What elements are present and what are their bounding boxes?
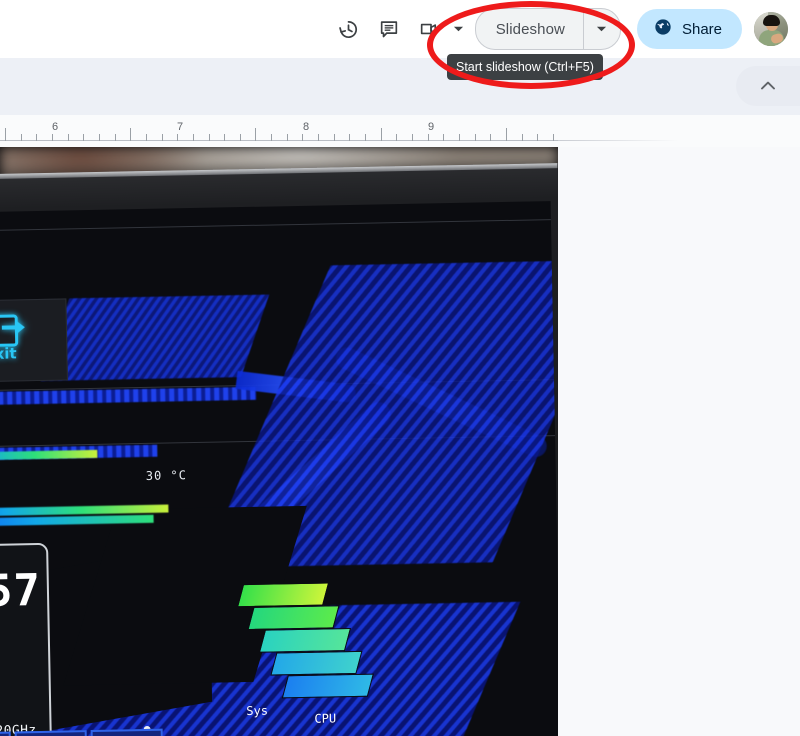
secondary-bar bbox=[0, 58, 800, 115]
bios-clock-card: : 57 /12/2023 CPU @ 3.20GHz bbox=[0, 542, 53, 736]
ruler-tick bbox=[83, 134, 85, 141]
share-button-label: Share bbox=[681, 20, 722, 38]
ruler-tick bbox=[286, 134, 288, 141]
ruler-tick bbox=[67, 134, 69, 141]
ruler-tick bbox=[114, 134, 116, 141]
ruler-tick bbox=[458, 134, 460, 141]
ruler-tick bbox=[36, 134, 38, 141]
bios-fan-segment bbox=[281, 673, 374, 699]
bios-fan-segment bbox=[258, 628, 352, 653]
ruler-tick bbox=[349, 134, 351, 141]
meet-group bbox=[409, 9, 469, 49]
bios-fan-segment bbox=[247, 605, 340, 631]
ruler-tick bbox=[490, 134, 492, 141]
ruler-tick bbox=[474, 134, 476, 141]
meet-icon[interactable] bbox=[409, 9, 449, 49]
bios-fan-segment bbox=[270, 650, 363, 676]
bios-toolbar-button[interactable] bbox=[90, 728, 164, 736]
bios-streak bbox=[41, 294, 270, 381]
ruler-number: 6 bbox=[51, 121, 59, 133]
ruler-tick bbox=[239, 134, 241, 141]
ruler-tick bbox=[224, 134, 226, 141]
slideshow-button[interactable]: Slideshow bbox=[476, 9, 583, 49]
horizontal-ruler[interactable]: 6 7 8 9 bbox=[0, 115, 800, 147]
ruler-tick bbox=[552, 134, 554, 141]
ruler-tick bbox=[411, 134, 413, 141]
ruler-tick bbox=[505, 128, 507, 141]
ruler-tick bbox=[396, 134, 398, 141]
bios-toolbar-button[interactable] bbox=[0, 731, 12, 736]
ruler-tick bbox=[521, 134, 523, 141]
bios-fan-segment bbox=[237, 582, 330, 608]
bios-temperature-value: 30 °C bbox=[145, 468, 188, 483]
share-button[interactable]: Share bbox=[636, 9, 742, 49]
ruler-tick bbox=[98, 134, 100, 141]
ruler-number: 9 bbox=[427, 121, 435, 133]
meet-caret-icon[interactable] bbox=[449, 12, 469, 46]
ruler-tick bbox=[52, 134, 53, 141]
ruler-tick bbox=[364, 134, 366, 141]
slideshow-split-button: Slideshow bbox=[474, 8, 621, 50]
ruler-tick bbox=[192, 134, 194, 141]
ruler-baseline-fade bbox=[558, 140, 678, 141]
bios-exit-label: Exit bbox=[0, 344, 17, 364]
bios-toolbar-button[interactable] bbox=[14, 730, 88, 736]
slides-editor-screenshot: Slideshow Share 6 7 8 9 Exit 30 °C 57 3.… bbox=[0, 0, 800, 736]
bios-sys-label: Sys bbox=[246, 703, 269, 719]
bios-temp-bar bbox=[0, 449, 98, 462]
ruler-tick bbox=[302, 134, 304, 141]
bios-exit-panel[interactable]: e Exit bbox=[0, 298, 68, 384]
ruler-number: 8 bbox=[302, 121, 310, 133]
chevron-up-icon bbox=[761, 77, 775, 95]
bios-clock-time: : 57 bbox=[0, 564, 42, 618]
bios-screen: e Exit mperature 30 °C : 57 /12/2023 CPU… bbox=[0, 201, 558, 736]
bios-cpu-label: CPU bbox=[314, 711, 337, 726]
ruler-number: 7 bbox=[176, 121, 184, 133]
ruler-tick bbox=[427, 134, 429, 141]
slide-canvas-image[interactable]: e Exit mperature 30 °C : 57 /12/2023 CPU… bbox=[0, 147, 558, 736]
ruler-tick bbox=[271, 134, 273, 141]
ruler-tick bbox=[161, 134, 163, 141]
ruler-tick bbox=[5, 128, 6, 141]
ruler-tick bbox=[177, 134, 179, 141]
ruler-tick bbox=[208, 134, 210, 141]
exit-logout-icon bbox=[0, 314, 26, 347]
ruler-tick bbox=[318, 134, 319, 141]
ruler-tick bbox=[255, 128, 257, 141]
ruler-tick bbox=[20, 134, 22, 141]
ruler-tick bbox=[145, 134, 147, 141]
slideshow-tooltip: Start slideshow (Ctrl+F5) bbox=[447, 54, 603, 80]
comment-icon[interactable] bbox=[369, 9, 409, 49]
avatar-hair bbox=[763, 15, 780, 26]
slideshow-button-label: Slideshow bbox=[495, 20, 565, 38]
slideshow-dropdown-button[interactable] bbox=[584, 9, 620, 49]
collapse-menus-button[interactable] bbox=[736, 66, 800, 106]
ruler-tick bbox=[380, 128, 382, 141]
ruler-tick bbox=[537, 134, 539, 141]
version-history-icon[interactable] bbox=[329, 9, 369, 49]
ruler-tick bbox=[130, 128, 132, 141]
bios-divider bbox=[0, 219, 551, 232]
top-toolbar: Slideshow Share bbox=[0, 0, 800, 58]
account-avatar[interactable] bbox=[754, 12, 788, 46]
ruler-tick bbox=[443, 134, 445, 141]
globe-icon bbox=[653, 17, 673, 41]
ruler-tick bbox=[333, 134, 335, 141]
